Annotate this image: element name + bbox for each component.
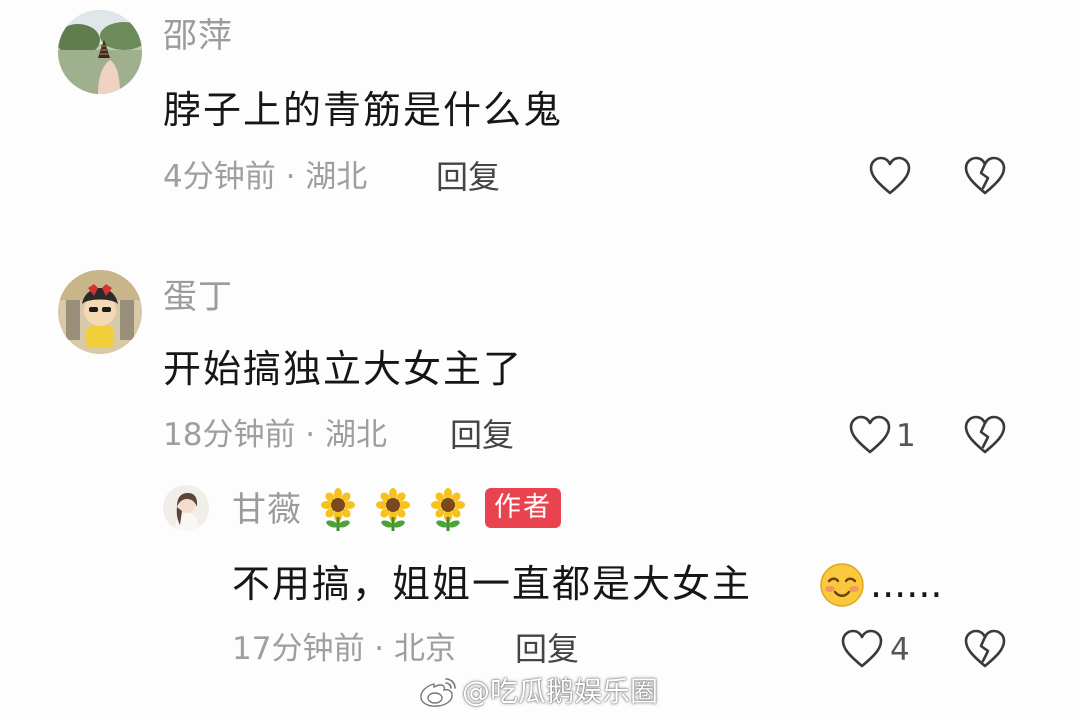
broken-heart-icon[interactable] bbox=[963, 628, 1007, 674]
comment-text: 开始搞独立大女主了 bbox=[163, 347, 524, 391]
sunflower-icon bbox=[371, 487, 415, 535]
reply-text: 不用搞，姐姐一直都是大女主 bbox=[232, 562, 753, 606]
reply-button[interactable]: 回复 bbox=[515, 633, 579, 665]
smiling-face-icon bbox=[818, 561, 866, 613]
avatar[interactable] bbox=[58, 10, 142, 94]
reply-username[interactable]: 甘薇 bbox=[232, 493, 302, 527]
reply-meta: 17分钟前 · 北京 bbox=[232, 631, 457, 667]
broken-heart-icon[interactable] bbox=[963, 414, 1007, 460]
sunflower-icon bbox=[316, 487, 360, 535]
weibo-logo-icon bbox=[418, 676, 458, 712]
avatar[interactable] bbox=[58, 270, 142, 354]
reply-button[interactable]: 回复 bbox=[450, 419, 514, 451]
broken-heart-icon[interactable] bbox=[963, 155, 1007, 201]
heart-outline-icon[interactable] bbox=[840, 628, 884, 674]
reply-button[interactable]: 回复 bbox=[436, 161, 500, 193]
like-count: 4 bbox=[890, 632, 910, 668]
author-badge: 作者 bbox=[485, 488, 561, 528]
comment-username[interactable]: 蛋丁 bbox=[163, 280, 233, 314]
comment-username[interactable]: 邵萍 bbox=[163, 19, 233, 53]
heart-outline-icon[interactable] bbox=[868, 155, 912, 201]
sunflower-icon bbox=[426, 487, 470, 535]
avatar[interactable] bbox=[163, 485, 209, 531]
heart-outline-icon[interactable] bbox=[848, 414, 892, 460]
comment-meta: 4分钟前 · 湖北 bbox=[163, 159, 368, 195]
like-count: 1 bbox=[896, 418, 916, 454]
comment-text: 脖子上的青筋是什么鬼 bbox=[163, 88, 564, 132]
watermark-text: @吃瓜鹅娱乐圈 bbox=[462, 675, 659, 708]
reply-text-suffix: ...... bbox=[870, 562, 943, 606]
comment-section: 邵萍 脖子上的青筋是什么鬼 4分钟前 · 湖北 回复 蛋丁 开始搞独立大女主了 … bbox=[0, 0, 1080, 718]
comment-meta: 18分钟前 · 湖北 bbox=[163, 417, 388, 453]
